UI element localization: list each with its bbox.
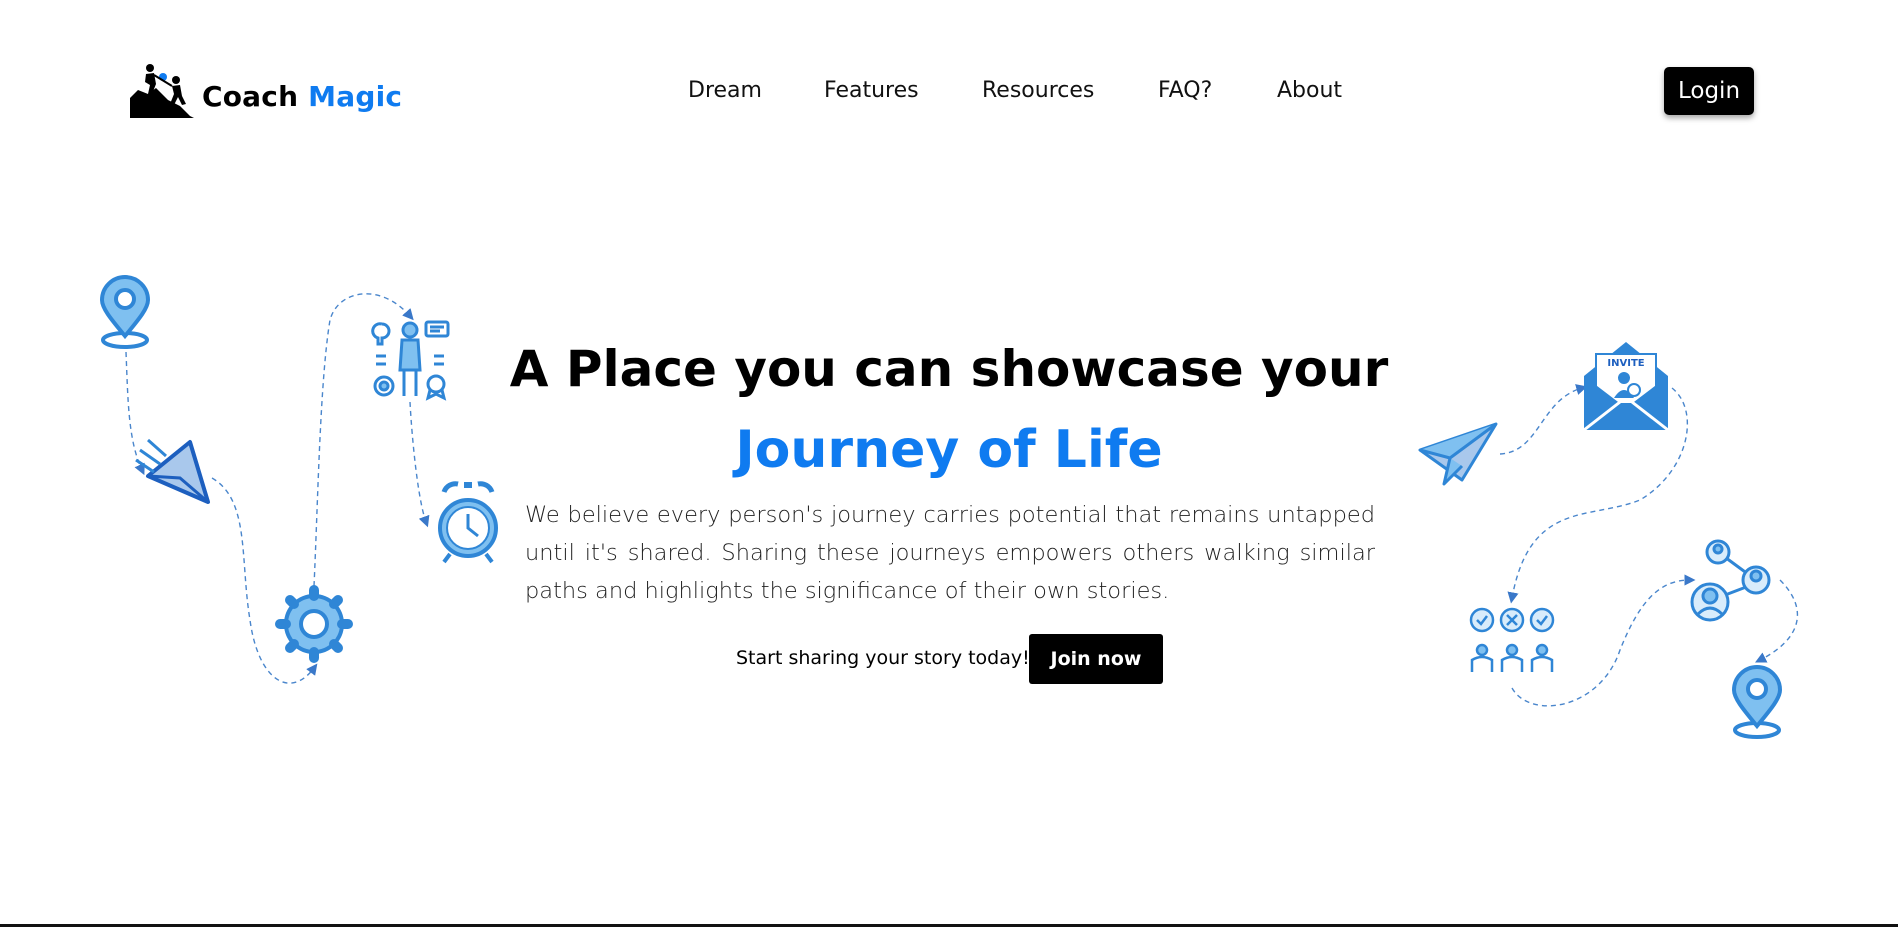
network-users-icon bbox=[1690, 539, 1771, 622]
alarm-clock-icon bbox=[438, 481, 498, 564]
hero-title: A Place you can showcase your bbox=[509, 340, 1389, 398]
hero-subtitle: Journey of Life bbox=[735, 420, 1163, 480]
location-pin-icon bbox=[99, 275, 151, 349]
hero-description: We believe every person's journey carrie… bbox=[525, 502, 1375, 604]
login-button[interactable]: Login bbox=[1664, 67, 1754, 115]
nav-about[interactable]: About bbox=[1277, 78, 1342, 103]
nav-faq[interactable]: FAQ? bbox=[1158, 78, 1212, 103]
nav-features[interactable]: Features bbox=[824, 78, 919, 103]
main-nav: Dream Features Resources FAQ? About bbox=[0, 78, 1898, 108]
join-now-button[interactable]: Join now bbox=[1029, 634, 1163, 684]
cta-text: Start sharing your story today! bbox=[736, 647, 1030, 669]
site-header: Coach Magic Dream Features Resources FAQ… bbox=[0, 0, 1898, 180]
nav-resources[interactable]: Resources bbox=[982, 78, 1094, 103]
nav-dream[interactable]: Dream bbox=[688, 78, 762, 103]
cta-row: Start sharing your story today! Join now bbox=[0, 634, 1898, 684]
